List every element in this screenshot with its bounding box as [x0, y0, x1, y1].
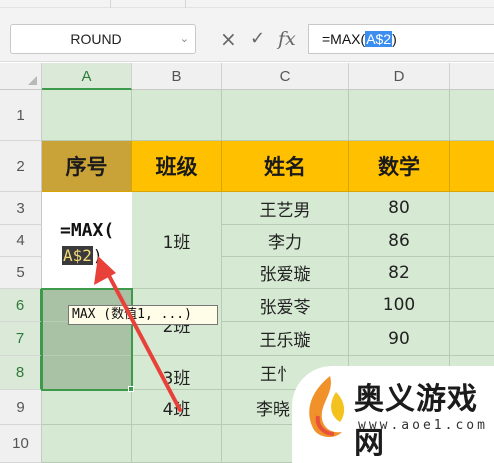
formula-text-prefix: =MAX( [322, 31, 366, 47]
cell-e1[interactable] [450, 90, 494, 141]
cell-a10[interactable] [42, 425, 132, 463]
row-header-10[interactable]: 10 [0, 425, 42, 463]
cell-d5[interactable]: 82 [349, 257, 450, 289]
cell-d2-header[interactable]: 数学 [349, 141, 450, 192]
cancel-icon[interactable]: × [220, 24, 237, 54]
cell-c1[interactable] [222, 90, 349, 141]
cell-a2-header[interactable]: 序号 [42, 141, 132, 192]
column-header-c[interactable]: C [222, 63, 349, 90]
fill-handle[interactable] [128, 386, 134, 392]
formula-text-suffix: ) [392, 31, 397, 47]
cell-c5[interactable]: 张爱璇 [222, 257, 349, 289]
cell-e6[interactable] [450, 289, 494, 322]
cell-b8[interactable]: 3班 [132, 356, 222, 390]
row-header-2[interactable]: 2 [0, 141, 42, 192]
cell-e4[interactable] [450, 225, 494, 257]
row-header-8[interactable]: 8 [0, 356, 42, 390]
confirm-icon[interactable]: ✓ [250, 24, 265, 54]
cell-b3-merged[interactable]: 1班 [132, 192, 222, 289]
cell-c3[interactable]: 王艺男 [222, 192, 349, 225]
watermark-url: www.aoe1.com [358, 418, 488, 433]
row-header-6[interactable]: 6 [0, 289, 42, 322]
site-watermark: 奥义游戏网 www.aoe1.com [292, 366, 494, 463]
editor-reference: A$2 [62, 246, 93, 265]
chevron-down-icon[interactable]: ⌄ [180, 25, 189, 53]
cell-b10[interactable] [132, 425, 222, 463]
cell-e7[interactable] [450, 322, 494, 356]
name-box-value: ROUND [70, 31, 122, 47]
column-header-d[interactable]: D [349, 63, 450, 90]
cell-e5[interactable] [450, 257, 494, 289]
cell-c2-header[interactable]: 姓名 [222, 141, 349, 192]
select-all-corner[interactable] [0, 63, 42, 90]
cell-b1[interactable] [132, 90, 222, 141]
cell-d7[interactable]: 90 [349, 322, 450, 356]
cell-a1[interactable] [42, 90, 132, 141]
cell-c6[interactable]: 张爱苓 [222, 289, 349, 322]
cell-b2-header[interactable]: 班级 [132, 141, 222, 192]
cell-e3[interactable] [450, 192, 494, 225]
row-header-5[interactable]: 5 [0, 257, 42, 289]
editor-formula-text: =MAX( [60, 220, 115, 241]
column-header-b[interactable]: B [132, 63, 222, 90]
row-header-1[interactable]: 1 [0, 90, 42, 141]
ribbon-edge [0, 0, 494, 8]
active-cell-editor[interactable]: =MAX( A$2) [42, 192, 132, 289]
watermark-logo-icon [309, 376, 345, 438]
cell-a7[interactable] [42, 322, 132, 356]
formula-reference: A$2 [365, 31, 393, 47]
cell-a8[interactable] [42, 356, 132, 390]
name-box[interactable]: ROUND ⌄ [10, 24, 196, 54]
cell-c4[interactable]: 李力 [222, 225, 349, 257]
row-header-7[interactable]: 7 [0, 322, 42, 356]
cell-e2-header[interactable] [450, 141, 494, 192]
function-tooltip: MAX (数值1, ...) [68, 305, 218, 325]
formula-input[interactable]: =MAX(A$2) [308, 24, 494, 54]
column-header-e[interactable] [450, 63, 494, 90]
cell-b9[interactable]: 4班 [132, 390, 222, 425]
row-header-4[interactable]: 4 [0, 225, 42, 257]
cell-a9[interactable] [42, 390, 132, 425]
editor-close-paren: ) [92, 246, 103, 265]
formula-toolbar: ROUND ⌄ × ✓ fx =MAX(A$2) [0, 0, 494, 62]
cell-d6[interactable]: 100 [349, 289, 450, 322]
cell-d4[interactable]: 86 [349, 225, 450, 257]
row-header-3[interactable]: 3 [0, 192, 42, 225]
insert-function-icon[interactable]: fx [278, 24, 296, 54]
row-header-9[interactable]: 9 [0, 390, 42, 425]
column-header-a[interactable]: A [42, 63, 132, 90]
cell-c7[interactable]: 王乐璇 [222, 322, 349, 356]
cell-d1[interactable] [349, 90, 450, 141]
cell-d3[interactable]: 80 [349, 192, 450, 225]
